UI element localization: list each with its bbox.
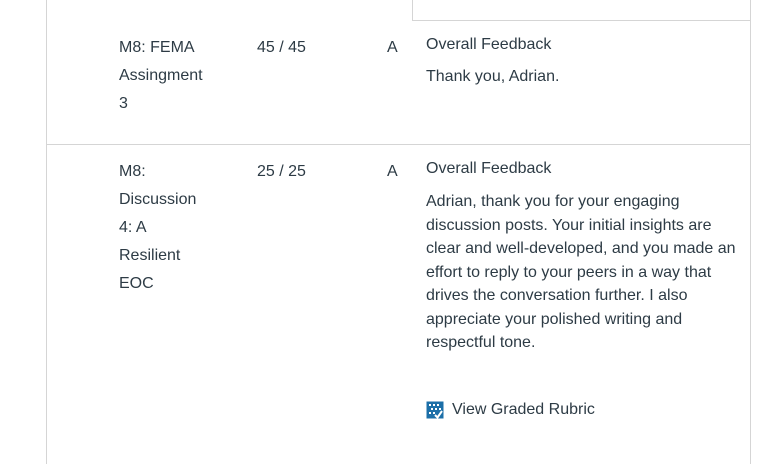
view-graded-rubric-link[interactable]: View Graded Rubric bbox=[426, 398, 595, 422]
feedback-text: Thank you, Adrian. bbox=[426, 68, 560, 85]
feedback-title: Overall Feedback bbox=[426, 36, 552, 53]
score: 25 / 25 bbox=[257, 163, 306, 180]
assignment-name-line: M8: bbox=[119, 163, 146, 180]
assignment-name-line: 3 bbox=[119, 95, 128, 112]
row-divider bbox=[46, 144, 751, 145]
feedback-panel-tab-left-edge bbox=[412, 0, 413, 20]
feedback-text: Adrian, thank you for your engaging disc… bbox=[426, 193, 736, 351]
feedback-panel-top-border bbox=[412, 20, 750, 21]
assignment-name-line: Discussion bbox=[119, 191, 197, 208]
table-left-border bbox=[46, 0, 47, 464]
view-graded-rubric-label: View Graded Rubric bbox=[452, 401, 595, 418]
feedback-title: Overall Feedback bbox=[426, 160, 552, 177]
feedback-panel-right-border bbox=[750, 0, 751, 464]
score: 45 / 45 bbox=[257, 39, 306, 56]
assignment-name-line: 4: A bbox=[119, 219, 147, 236]
assignment-name-line: M8: FEMA bbox=[119, 39, 195, 56]
letter-grade: A bbox=[387, 39, 398, 56]
assignment-name-line: Resilient bbox=[119, 247, 181, 264]
assignment-name-line: EOC bbox=[119, 275, 154, 292]
assignment-name-line: Assingment bbox=[119, 67, 203, 84]
rubric-icon bbox=[426, 401, 444, 419]
letter-grade: A bbox=[387, 163, 398, 180]
